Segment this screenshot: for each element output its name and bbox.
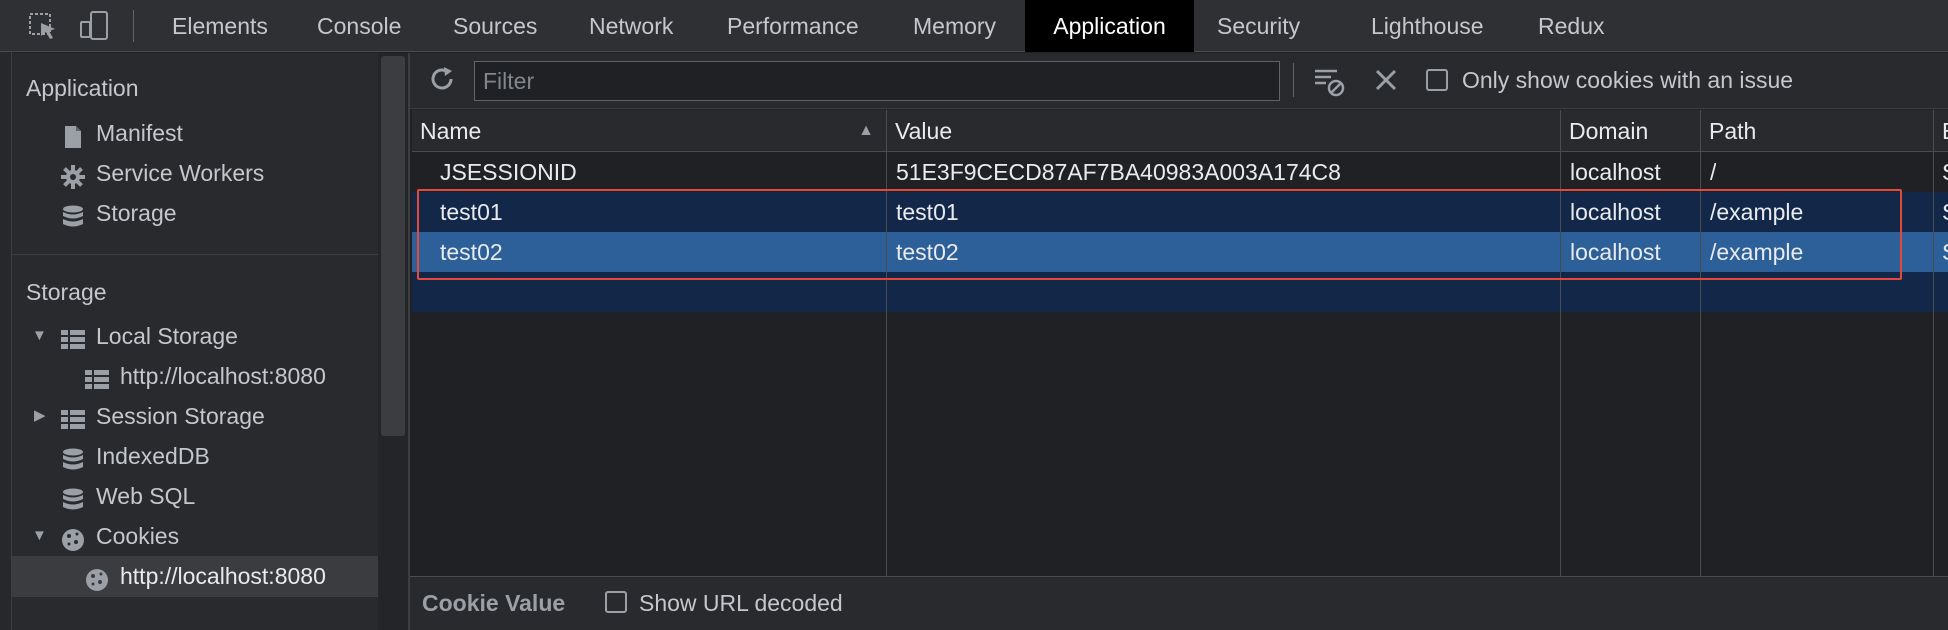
sidebar-bottom-divider <box>12 596 378 597</box>
column-divider[interactable] <box>1700 110 1701 576</box>
show-url-decoded-checkbox[interactable] <box>605 591 627 613</box>
column-header-path[interactable]: Path <box>1701 110 1933 152</box>
tab-redux[interactable]: Redux <box>1514 0 1628 52</box>
sidebar-item-cookies[interactable]: ▼ Cookies <box>32 516 362 556</box>
sidebar-item-cookies-origin[interactable]: http://localhost:8080 <box>84 556 374 596</box>
grid-icon <box>84 364 110 389</box>
cell-expires: S <box>1942 232 1948 272</box>
cell-domain: localhost <box>1570 159 1661 185</box>
only-issue-label: Only show cookies with an issue <box>1462 67 1794 93</box>
sidebar-item-manifest[interactable]: Manifest <box>60 113 360 153</box>
tab-security[interactable]: Security <box>1193 0 1324 52</box>
expand-arrow-icon[interactable]: ▶ <box>34 396 46 436</box>
cell-expires: S <box>1942 152 1948 192</box>
sort-ascending-icon: ▲ <box>858 122 874 139</box>
database-icon <box>60 444 86 470</box>
sidebar-item-web-sql[interactable]: Web SQL <box>60 476 360 516</box>
grid-icon <box>60 324 86 349</box>
close-icon[interactable] <box>1372 66 1400 94</box>
sidebar-item-label: Manifest <box>96 120 183 146</box>
column-divider[interactable] <box>886 110 887 576</box>
sidebar-item-label: Web SQL <box>96 483 196 509</box>
sidebar-item-storage[interactable]: Storage <box>60 193 360 233</box>
tab-memory[interactable]: Memory <box>889 0 1020 52</box>
sidebar-heading-application: Application <box>26 75 139 101</box>
annotation-outline <box>417 189 1902 280</box>
cookie-value-label: Cookie Value <box>422 590 566 616</box>
tab-application[interactable]: Application <box>1025 0 1194 52</box>
sidebar-item-label: Session Storage <box>96 403 265 429</box>
device-toggle-icon[interactable] <box>78 10 112 42</box>
database-icon <box>60 201 86 227</box>
cell-value: 51E3F9CECD87AF7BA40983A003A174C8 <box>896 159 1341 185</box>
sidebar-item-local-storage-origin[interactable]: http://localhost:8080 <box>84 356 374 396</box>
database-icon <box>60 484 86 510</box>
tab-sources[interactable]: Sources <box>429 0 561 52</box>
sidebar-item-label: Storage <box>96 200 177 226</box>
column-header-value[interactable]: Value <box>887 110 1560 152</box>
cell-name: JSESSIONID <box>440 159 577 185</box>
sidebar-item-label: http://localhost:8080 <box>120 563 326 589</box>
expand-arrow-icon[interactable]: ▼ <box>32 516 47 556</box>
tab-lighthouse[interactable]: Lighthouse <box>1347 0 1508 52</box>
cell-path: / <box>1710 159 1717 185</box>
filter-input[interactable] <box>474 61 1280 101</box>
column-header-label: Name <box>420 118 482 144</box>
clear-filtered-icon[interactable] <box>1312 64 1346 98</box>
column-divider[interactable] <box>1933 110 1934 576</box>
cell-expires: S <box>1942 192 1948 232</box>
sidebar-item-label: IndexedDB <box>96 443 210 469</box>
sidebar-item-label: http://localhost:8080 <box>120 363 326 389</box>
refresh-icon[interactable] <box>427 64 457 94</box>
sidebar-item-indexeddb[interactable]: IndexedDB <box>60 436 360 476</box>
only-issue-checkbox[interactable] <box>1426 69 1448 91</box>
grid-icon <box>60 404 86 429</box>
column-header-domain[interactable]: Domain <box>1561 110 1700 152</box>
sidebar-scrollbar[interactable] <box>381 56 405 436</box>
column-header-expires[interactable]: E <box>1934 110 1948 152</box>
sidebar-item-label: Local Storage <box>96 323 238 349</box>
cookie-icon <box>84 564 110 591</box>
document-icon <box>60 121 86 148</box>
sidebar-item-session-storage[interactable]: ▶ Session Storage <box>32 396 362 436</box>
tab-performance[interactable]: Performance <box>703 0 883 52</box>
tab-console[interactable]: Console <box>293 0 425 52</box>
toolbar-separator <box>1293 63 1294 97</box>
sidebar-heading-storage: Storage <box>26 279 107 305</box>
toolbar-separator <box>133 10 134 42</box>
sidebar-item-local-storage[interactable]: ▼ Local Storage <box>32 316 362 356</box>
column-header-name[interactable]: Name ▲ <box>412 110 886 152</box>
tab-network[interactable]: Network <box>565 0 697 52</box>
sidebar-section-divider <box>12 254 378 255</box>
inspect-element-icon[interactable] <box>27 10 61 42</box>
column-divider[interactable] <box>1560 110 1561 576</box>
sidebar-item-label: Service Workers <box>96 160 265 186</box>
cookie-icon <box>60 524 86 551</box>
tab-elements[interactable]: Elements <box>148 0 292 52</box>
expand-arrow-icon[interactable]: ▼ <box>32 316 47 356</box>
sidebar-item-label: Cookies <box>96 523 180 549</box>
show-url-decoded-label: Show URL decoded <box>639 590 843 616</box>
left-edge-strip <box>0 0 12 630</box>
sidebar-item-service-workers[interactable]: Service Workers <box>60 153 360 193</box>
gear-icon <box>60 161 86 189</box>
